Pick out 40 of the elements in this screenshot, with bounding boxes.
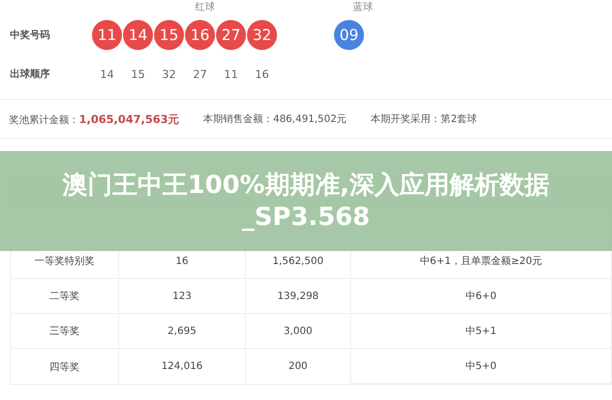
- table-cell: 139,298: [277, 290, 319, 302]
- summary-label: 奖池累计金额：: [9, 114, 79, 126]
- row-label: 出球顺序: [10, 67, 51, 81]
- table-cell: 1,562,500: [272, 256, 324, 266]
- table-cell: 三等奖: [50, 326, 80, 337]
- banner-title: 澳门王中王100%期期准,深入应用解析数据_SP3.568: [61, 168, 550, 233]
- order-number: 16: [254, 68, 270, 80]
- order-number: 27: [192, 68, 208, 80]
- special-number-ball: 09: [334, 20, 364, 50]
- order-number: 11: [223, 68, 239, 80]
- table-cell: 200: [288, 361, 308, 372]
- order-number: 14: [99, 68, 115, 80]
- table-cell: 一等奖特别奖: [34, 256, 94, 267]
- table-cell: 3,000: [284, 326, 312, 336]
- summary-value: 1,065,047,563元: [79, 112, 180, 126]
- number-ball: 15: [154, 20, 184, 50]
- table-cell: 124,016: [161, 361, 203, 372]
- ball-group-header: 蓝球: [352, 0, 374, 14]
- table-cell-text: 中5+0: [465, 360, 497, 373]
- table-cell: 2,695: [168, 326, 196, 336]
- number-ball: 16: [185, 20, 215, 50]
- table-cell-text: 中6+1，且单票金额≥20元: [420, 254, 542, 268]
- summary-label: 本期开奖采用：: [370, 114, 441, 125]
- order-number: 15: [130, 68, 146, 80]
- row-label: 中奖号码: [10, 28, 51, 42]
- table-cell-text: 中5+1: [465, 324, 497, 338]
- number-ball: 27: [216, 20, 246, 50]
- number-ball: 14: [123, 20, 153, 50]
- order-number: 32: [161, 68, 177, 80]
- summary-label: 本期销售金额：: [203, 114, 274, 125]
- table-cell-text: 中6+0: [465, 290, 497, 303]
- summary-value: 486,491,502元: [273, 114, 347, 125]
- number-ball: 32: [247, 20, 277, 50]
- summary-value: 第2套球: [440, 114, 478, 125]
- number-ball: 11: [92, 20, 122, 50]
- table-cell: 二等奖: [50, 291, 80, 302]
- table-cell: 123: [172, 290, 192, 302]
- ball-group-header: 红球: [194, 0, 216, 14]
- table-cell: 四等奖: [50, 362, 80, 372]
- table-cell: 16: [176, 256, 188, 266]
